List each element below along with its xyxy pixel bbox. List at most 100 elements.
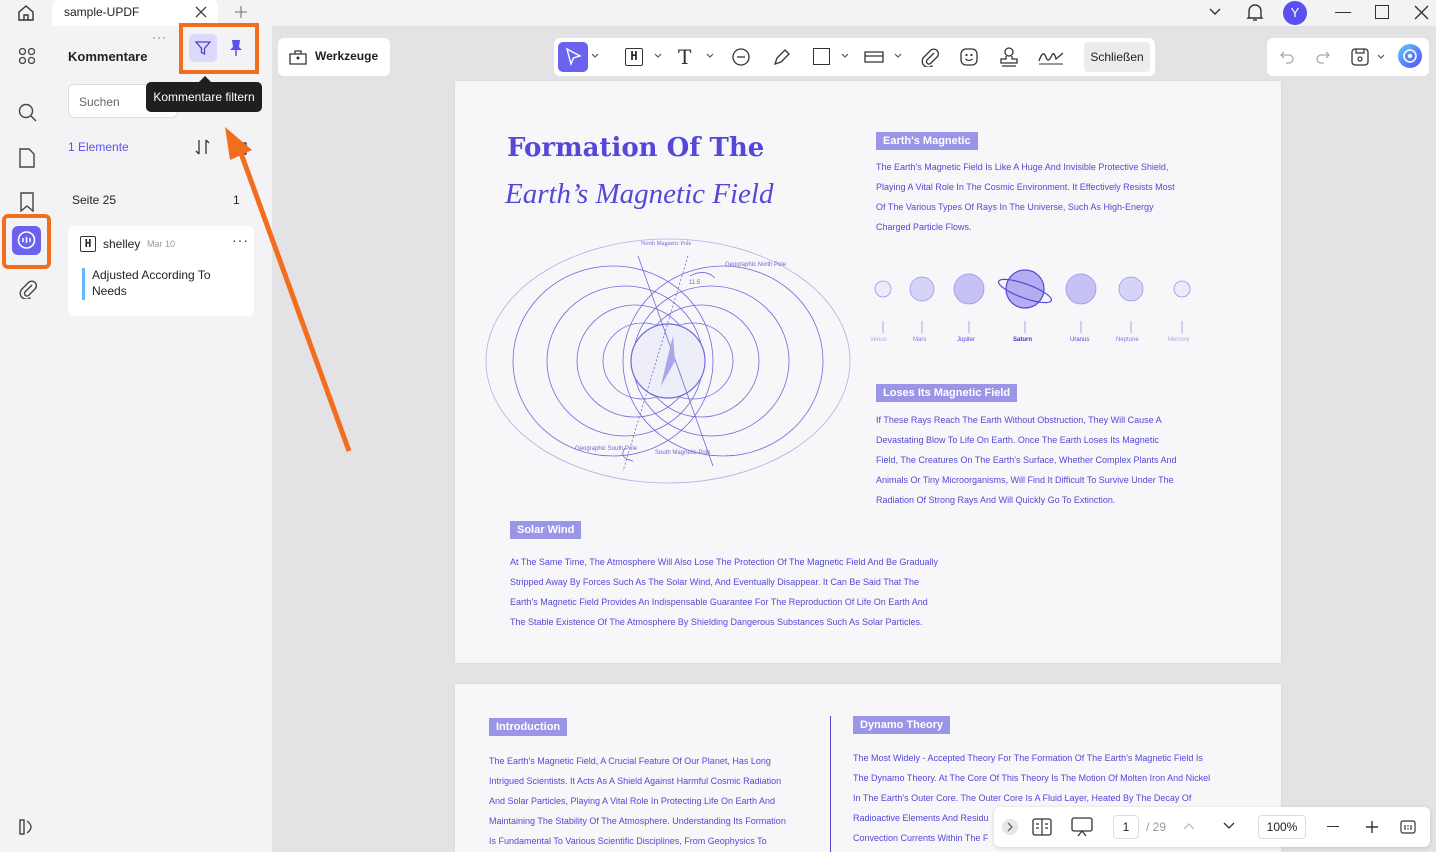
zoom-in-icon[interactable] — [1365, 820, 1379, 834]
chevron-down-icon[interactable] — [1377, 54, 1385, 60]
tab-title: sample-UPDF — [64, 5, 140, 19]
magnetic-field-diagram: North Magnetic Pole Geographic North Pol… — [483, 236, 853, 486]
signature-icon[interactable] — [1037, 47, 1065, 67]
presentation-icon[interactable] — [1071, 817, 1093, 837]
search-icon[interactable] — [18, 103, 38, 123]
page-icon[interactable] — [19, 148, 35, 168]
text-line: The Most Widely - Accepted Theory For Th… — [853, 753, 1203, 763]
geographic-north-pole-label: Geographic North Pole — [725, 262, 787, 268]
planet-label-mars: Mars — [913, 337, 927, 343]
minimize-icon[interactable] — [1335, 12, 1351, 14]
chevron-down-icon[interactable] — [654, 53, 662, 59]
bell-icon[interactable] — [1246, 3, 1264, 23]
text-line: If These Rays Reach The Earth Without Ob… — [876, 415, 1162, 425]
text-line: Playing A Vital Role In The Cosmic Envir… — [876, 182, 1175, 192]
section-tag-dynamo: Dynamo Theory — [853, 715, 951, 734]
chevron-down-icon[interactable] — [591, 53, 599, 59]
filter-button[interactable] — [189, 34, 217, 62]
section-tag-loses-field: Loses Its Magnetic Field — [876, 383, 1018, 402]
stamp-icon[interactable] — [999, 46, 1019, 68]
text-tool-icon[interactable]: T — [678, 47, 691, 67]
redo-icon[interactable] — [1315, 49, 1331, 65]
sort-icon[interactable] — [194, 138, 212, 156]
text-line: In The Earth's Outer Core. The Outer Cor… — [853, 793, 1192, 803]
actual-size-icon[interactable] — [1400, 819, 1416, 835]
section-tag-earths-magnetic: Earth's Magnetic — [876, 131, 978, 150]
filter-icon — [195, 40, 211, 56]
text-line: The Stable Existence Of The Atmosphere B… — [510, 617, 923, 627]
new-tab-icon[interactable] — [234, 5, 248, 19]
text-line: The Earth's Magnetic Field, A Crucial Fe… — [489, 756, 771, 766]
text-line: Animals Or Tiny Microorganisms, Will Fin… — [876, 475, 1174, 485]
toolbox-icon — [289, 48, 307, 66]
pin-icon[interactable] — [229, 39, 243, 57]
bookmark-icon[interactable] — [20, 192, 34, 212]
page-layout-icon[interactable] — [1032, 818, 1052, 836]
chevron-down-icon[interactable] — [894, 53, 902, 59]
column-divider — [830, 716, 831, 852]
comment-card[interactable]: H shelley Mar 10 ··· Adjusted According … — [68, 226, 254, 316]
collapse-nav-icon[interactable] — [1002, 819, 1018, 835]
avatar[interactable]: Y — [1283, 1, 1307, 25]
sidebar-toggle-icon[interactable] — [18, 818, 36, 836]
annotation-toolbar: H T Schließen — [554, 38, 1155, 76]
maximize-icon[interactable] — [1375, 5, 1389, 19]
comments-rail-button[interactable] — [2, 214, 51, 269]
document-page-1: Formation Of The Earth’s Magnetic Field — [455, 81, 1281, 663]
comment-icon — [12, 226, 41, 255]
paperclip-icon[interactable] — [921, 47, 939, 67]
prev-page-icon[interactable] — [1183, 822, 1195, 830]
text-line: Is Fundamental To Various Scientific Dis… — [489, 836, 767, 846]
comment-author: shelley — [103, 237, 141, 251]
text-line: Stripped Away By Forces Such As The Sola… — [510, 577, 920, 587]
home-icon[interactable] — [16, 4, 36, 22]
page-title-line-2: Earth’s Magnetic Field — [505, 178, 774, 210]
ai-assistant-icon[interactable] — [1398, 44, 1422, 68]
page-nav-bar: 1 / 29 100% — [994, 807, 1430, 847]
document-tab[interactable]: sample-UPDF — [52, 0, 218, 26]
next-page-icon[interactable] — [1223, 822, 1235, 830]
text-line: Radiation Of Strong Rays And Will Quickl… — [876, 495, 1116, 505]
text-line: The Earth's Magnetic Field Is Like A Hug… — [876, 162, 1169, 172]
shape-icon[interactable] — [813, 48, 830, 65]
text-line: Earth's Magnetic Field Provides An Indis… — [510, 597, 928, 607]
undo-icon[interactable] — [1279, 49, 1295, 65]
tools-button[interactable]: Werkzeuge — [278, 38, 390, 76]
chevron-down-icon[interactable] — [1208, 7, 1222, 17]
close-annotation-button[interactable]: Schließen — [1084, 42, 1150, 72]
planet-label-jupiter: Jupiter — [957, 337, 976, 343]
comment-text: Adjusted According To Needs — [92, 268, 211, 298]
angle-label: 11.5 — [689, 280, 701, 286]
search-placeholder: Suchen — [79, 95, 120, 109]
planet-label-saturn: Saturn — [1013, 337, 1033, 343]
export-icon[interactable] — [232, 138, 248, 156]
comment-color-bar — [82, 268, 85, 300]
text-line: Field, The Creatures On The Earth's Surf… — [876, 455, 1177, 465]
page-number-input[interactable]: 1 — [1113, 815, 1139, 839]
chevron-down-icon[interactable] — [706, 53, 714, 59]
more-dots-icon[interactable]: ··· — [152, 30, 167, 44]
thumbnails-icon[interactable] — [18, 47, 36, 65]
planet-label-mercury: Mercury — [1168, 337, 1190, 343]
page-group-label[interactable]: Seite 25 — [72, 193, 116, 207]
stamp-bar-icon[interactable] — [864, 48, 884, 66]
zoom-level[interactable]: 100% — [1258, 815, 1306, 839]
select-tool-button[interactable] — [558, 42, 588, 72]
close-window-icon[interactable] — [1414, 5, 1429, 20]
close-tab-icon[interactable] — [194, 5, 208, 19]
page-group-count: 1 — [233, 193, 240, 207]
save-icon[interactable] — [1351, 47, 1369, 67]
section-tag-solar-wind: Solar Wind — [510, 520, 582, 539]
highlight-icon[interactable]: H — [625, 48, 643, 66]
element-count: 1 Elemente — [68, 140, 129, 154]
zoom-out-icon[interactable] — [1327, 826, 1339, 828]
tag-text: Loses Its Magnetic Field — [876, 384, 1018, 402]
panel-title: Kommentare — [68, 49, 148, 64]
attachment-icon[interactable] — [19, 279, 37, 299]
comment-bubble-icon[interactable] — [731, 47, 751, 67]
tools-label: Werkzeuge — [315, 49, 379, 63]
sticker-icon[interactable] — [959, 47, 979, 67]
comment-menu-icon[interactable]: ··· — [232, 232, 249, 248]
pencil-icon[interactable] — [772, 47, 792, 67]
chevron-down-icon[interactable] — [841, 53, 849, 59]
